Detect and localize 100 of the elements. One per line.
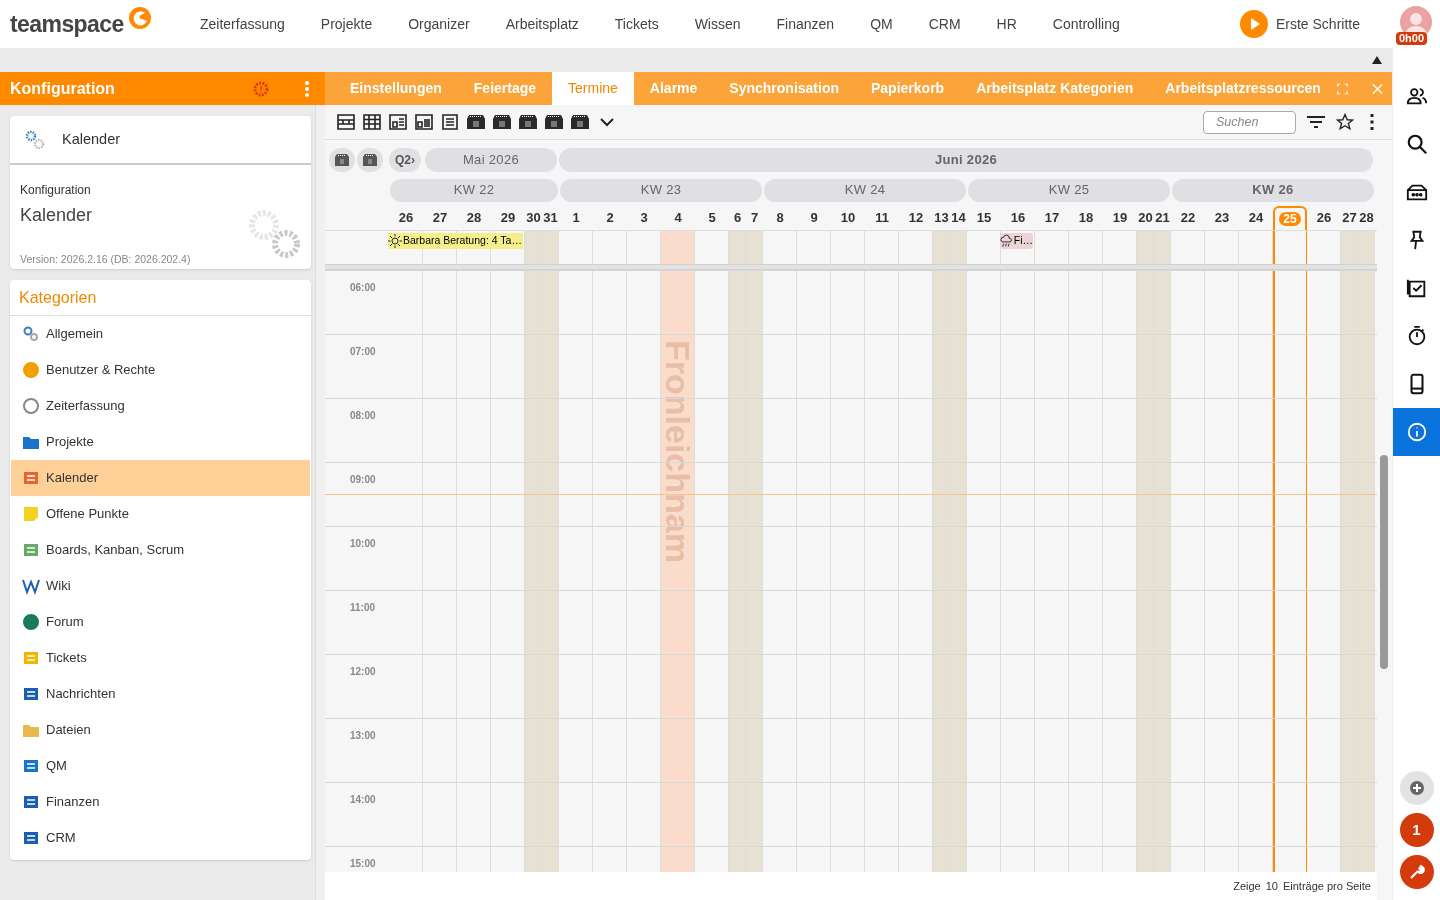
nav-link[interactable]: Arbeitsplatz bbox=[487, 13, 597, 35]
star-icon[interactable] bbox=[1336, 113, 1354, 131]
nav-link[interactable]: Wissen bbox=[676, 13, 759, 35]
day-number[interactable]: 18 bbox=[1078, 208, 1094, 228]
nav-link[interactable]: Controlling bbox=[1034, 13, 1138, 35]
week-bar[interactable]: KW 22 bbox=[390, 178, 558, 202]
more-icon[interactable] bbox=[1370, 114, 1374, 130]
day-number[interactable]: 12 bbox=[908, 208, 924, 228]
collapse-arrow-icon[interactable] bbox=[1372, 56, 1382, 64]
category-item[interactable]: Dateien bbox=[11, 712, 310, 748]
week-bar[interactable]: KW 25 bbox=[968, 178, 1170, 202]
category-item[interactable]: Zeiterfassung bbox=[11, 388, 310, 424]
category-item[interactable]: Projekte bbox=[11, 424, 310, 460]
category-item[interactable]: Boards, Kanban, Scrum bbox=[11, 532, 310, 568]
weekend-cell[interactable] bbox=[746, 231, 763, 264]
calendar-check-icon[interactable] bbox=[1405, 277, 1428, 299]
weekend-cell[interactable] bbox=[525, 231, 542, 264]
tools-button[interactable] bbox=[1399, 855, 1434, 889]
day-number[interactable]: 27 bbox=[432, 208, 448, 228]
week-bar[interactable]: KW 24 bbox=[764, 178, 966, 202]
event-chip[interactable]: Fi… bbox=[1000, 233, 1033, 249]
day-number[interactable]: 11 bbox=[875, 208, 889, 228]
day-number[interactable]: 24 bbox=[1248, 208, 1264, 228]
view-icon[interactable] bbox=[336, 112, 356, 132]
day-number[interactable]: 2 bbox=[606, 208, 614, 228]
category-item[interactable]: Forum bbox=[11, 604, 310, 640]
month-bar[interactable]: Juni 2026 bbox=[559, 148, 1373, 172]
category-item[interactable]: CRM bbox=[11, 820, 310, 856]
calendar-nav-icon[interactable] bbox=[518, 113, 538, 131]
weekend-cell[interactable] bbox=[729, 231, 746, 264]
notification-badge[interactable]: 1 bbox=[1399, 813, 1434, 847]
day-number[interactable]: 30 bbox=[526, 208, 541, 228]
category-item[interactable]: Wiki bbox=[11, 568, 310, 604]
day-number[interactable]: 10 bbox=[840, 208, 856, 228]
day-number[interactable]: 7 bbox=[750, 208, 759, 228]
day-number[interactable]: 23 bbox=[1214, 208, 1230, 228]
calendar-nav-button[interactable] bbox=[357, 148, 383, 172]
panel-scrollbar[interactable] bbox=[315, 105, 325, 900]
search-icon[interactable] bbox=[1405, 133, 1428, 155]
weekend-cell[interactable] bbox=[1358, 231, 1375, 264]
add-button[interactable] bbox=[1399, 771, 1434, 805]
category-item[interactable]: Nachrichten bbox=[11, 676, 310, 712]
nav-link[interactable]: Finanzen bbox=[758, 13, 853, 35]
nav-link[interactable]: Zeiterfassung bbox=[182, 13, 303, 35]
nav-link[interactable]: Projekte bbox=[302, 13, 391, 35]
day-number[interactable]: 6 bbox=[733, 208, 742, 228]
day-number[interactable]: 26 bbox=[1316, 208, 1332, 228]
weekend-cell[interactable] bbox=[1154, 231, 1171, 264]
category-item[interactable]: Allgemein bbox=[11, 316, 310, 352]
category-item[interactable]: Kalender bbox=[11, 460, 310, 496]
calendar-nav-icon[interactable] bbox=[466, 113, 486, 131]
day-number[interactable]: 5 bbox=[708, 208, 716, 228]
filter-icon[interactable] bbox=[1306, 114, 1326, 130]
day-number[interactable]: 13 bbox=[934, 208, 949, 228]
category-item[interactable]: Offene Punkte bbox=[11, 496, 310, 532]
first-steps-button[interactable]: Erste Schritte bbox=[1239, 10, 1360, 38]
info-icon[interactable] bbox=[1405, 421, 1428, 443]
day-number[interactable]: 9 bbox=[810, 208, 818, 228]
weekend-cell[interactable] bbox=[933, 231, 950, 264]
day-number[interactable]: 15 bbox=[976, 208, 992, 228]
day-number[interactable]: 16 bbox=[1010, 208, 1026, 228]
day-number[interactable]: 21 bbox=[1155, 208, 1170, 228]
week-bar[interactable]: KW 26 bbox=[1172, 178, 1374, 202]
view-icon[interactable] bbox=[440, 112, 460, 132]
day-number[interactable]: 28 bbox=[1359, 208, 1374, 228]
nav-link[interactable]: QM bbox=[852, 13, 911, 35]
day-number[interactable]: 28 bbox=[466, 208, 482, 228]
weekend-cell[interactable] bbox=[542, 231, 559, 264]
day-number[interactable]: 19 bbox=[1112, 208, 1128, 228]
weekend-cell[interactable] bbox=[1341, 231, 1358, 264]
day-number[interactable]: 27 bbox=[1342, 208, 1357, 228]
view-icon[interactable] bbox=[388, 112, 408, 132]
day-number[interactable]: 8 bbox=[776, 208, 784, 228]
calendar-nav-button[interactable] bbox=[329, 148, 355, 172]
month-bar[interactable]: Mai 2026 bbox=[425, 148, 557, 172]
search-field[interactable]: Suchen bbox=[1203, 110, 1296, 134]
day-number[interactable]: 4 bbox=[674, 208, 682, 228]
quarter-button[interactable]: Q2› bbox=[389, 148, 421, 172]
nav-link[interactable]: Organizer bbox=[390, 13, 488, 35]
day-number[interactable]: 3 bbox=[640, 208, 648, 228]
weekend-cell[interactable] bbox=[950, 231, 967, 264]
chevron-down-icon[interactable] bbox=[600, 117, 614, 127]
category-item[interactable]: Finanzen bbox=[11, 784, 310, 820]
day-number[interactable]: 29 bbox=[500, 208, 516, 228]
calendar-nav-icon[interactable] bbox=[570, 113, 590, 131]
nav-link[interactable]: HR bbox=[978, 13, 1035, 35]
day-number[interactable]: 1 bbox=[572, 208, 580, 228]
day-number[interactable]: 31 bbox=[543, 208, 558, 228]
view-icon[interactable] bbox=[414, 112, 434, 132]
category-item[interactable]: Benutzer & Rechte bbox=[11, 352, 310, 388]
week-bar[interactable]: KW 23 bbox=[560, 178, 762, 202]
calendar-nav-icon[interactable] bbox=[492, 113, 512, 131]
category-item[interactable]: Tickets bbox=[11, 640, 310, 676]
nav-link[interactable]: CRM bbox=[910, 13, 979, 35]
day-number[interactable]: 20 bbox=[1138, 208, 1153, 228]
day-number[interactable]: 26 bbox=[398, 208, 414, 228]
category-item[interactable]: QM bbox=[11, 748, 310, 784]
view-icon[interactable] bbox=[362, 112, 382, 132]
weekend-cell[interactable] bbox=[1137, 231, 1154, 264]
nav-link[interactable]: Tickets bbox=[596, 13, 677, 35]
